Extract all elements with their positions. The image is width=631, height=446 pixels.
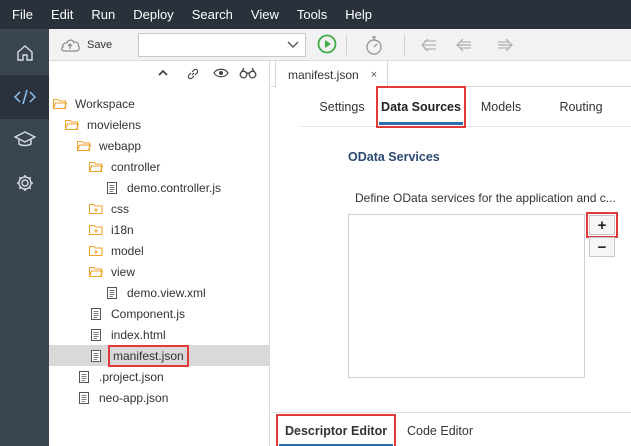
- run-configuration-select[interactable]: [138, 33, 306, 57]
- search-binoculars-icon[interactable]: [239, 67, 257, 82]
- menu-view[interactable]: View: [242, 0, 288, 29]
- remove-service-button[interactable]: −: [589, 237, 615, 257]
- toolbar: Save: [49, 29, 631, 61]
- learning-icon[interactable]: [0, 117, 49, 161]
- settings-icon[interactable]: [0, 161, 49, 205]
- tree-file-item[interactable]: demo.view.xml: [49, 282, 270, 303]
- descriptor-tabs: Settings Data Sources Models Routing: [301, 86, 631, 128]
- tab-routing[interactable]: Routing: [556, 87, 606, 127]
- editor-area: manifest.json × Settings Data Sources Mo…: [271, 61, 631, 446]
- menu-bar: File Edit Run Deploy Search View Tools H…: [0, 0, 631, 29]
- tab-data-sources[interactable]: Data Sources: [376, 86, 466, 128]
- tree-item-label: view: [111, 264, 136, 279]
- stopwatch-icon[interactable]: [364, 34, 384, 59]
- editor-mode-tabs: Descriptor Editor Code Editor: [271, 412, 631, 446]
- cloud-save-icon: [61, 39, 80, 52]
- tree-folder-item[interactable]: movielens: [49, 114, 270, 135]
- save-button[interactable]: Save: [59, 35, 112, 55]
- tab-code-editor[interactable]: Code Editor: [401, 417, 479, 445]
- odata-services-list[interactable]: [348, 214, 585, 378]
- tree-item-label: Component.js: [111, 306, 186, 321]
- editor-tab-bar: manifest.json ×: [271, 61, 631, 88]
- tab-descriptor-editor[interactable]: Descriptor Editor: [275, 414, 397, 446]
- tree-item-label: .project.json: [99, 369, 164, 384]
- add-service-button[interactable]: +: [586, 212, 618, 238]
- folder-open-icon: [53, 98, 67, 109]
- file-icon: [79, 370, 89, 383]
- explorer-toolbar: [49, 61, 270, 87]
- previous-error-icon[interactable]: [419, 37, 439, 56]
- show-hidden-files-icon[interactable]: [213, 67, 229, 82]
- file-icon: [107, 286, 117, 299]
- folder-open-icon: [89, 161, 103, 172]
- workspace-explorer: Workspace movielens webapp controller demo.c…: [49, 61, 270, 446]
- tree-item-label: css: [111, 201, 129, 216]
- toolbar-divider: [404, 35, 405, 55]
- tree-item-label: movielens: [87, 117, 142, 132]
- menu-help[interactable]: Help: [336, 0, 381, 29]
- menu-file[interactable]: File: [0, 0, 42, 29]
- tree-item-label: demo.controller.js: [127, 180, 222, 195]
- tree-item-label: manifest.json: [108, 344, 189, 367]
- tree-item-label: index.html: [111, 327, 166, 342]
- tree-folder-item[interactable]: css: [49, 198, 270, 219]
- folder-open-icon: [65, 119, 79, 130]
- tree-file-item[interactable]: Component.js: [49, 303, 270, 324]
- tab-manifest-json[interactable]: manifest.json ×: [275, 61, 389, 88]
- folder-icon: [89, 203, 103, 214]
- menu-search[interactable]: Search: [183, 0, 242, 29]
- menu-tools[interactable]: Tools: [288, 0, 336, 29]
- tree-folder-item[interactable]: webapp: [49, 135, 270, 156]
- forward-arrow-icon[interactable]: [495, 37, 515, 56]
- tree-folder-item[interactable]: model: [49, 240, 270, 261]
- tree-item-label: controller: [111, 159, 161, 174]
- folder-open-icon: [77, 140, 91, 151]
- tree-file-item[interactable]: demo.controller.js: [49, 177, 270, 198]
- tree-item-label: neo-app.json: [99, 390, 169, 405]
- section-description: Define OData services for the applicatio…: [355, 191, 616, 205]
- section-title: OData Services: [348, 150, 440, 164]
- tab-models[interactable]: Models: [477, 87, 525, 127]
- tree-folder-item[interactable]: view: [49, 261, 270, 282]
- code-icon[interactable]: [0, 75, 49, 119]
- tree-item-label: demo.view.xml: [127, 285, 206, 300]
- menu-deploy[interactable]: Deploy: [124, 0, 182, 29]
- file-icon: [107, 181, 117, 194]
- back-arrow-icon[interactable]: [454, 37, 474, 56]
- run-icon[interactable]: [317, 34, 337, 57]
- collapse-all-icon[interactable]: [157, 67, 169, 82]
- menu-run[interactable]: Run: [82, 0, 124, 29]
- tree-folder-item[interactable]: i18n: [49, 219, 270, 240]
- tab-label: manifest.json: [288, 67, 359, 82]
- file-icon: [91, 307, 101, 320]
- chevron-down-icon: [287, 41, 299, 48]
- tree-file-item[interactable]: manifest.json: [49, 344, 270, 367]
- tree-folder-item[interactable]: controller: [49, 156, 270, 177]
- link-editor-icon[interactable]: [186, 67, 200, 84]
- tab-settings[interactable]: Settings: [317, 87, 367, 127]
- save-label: Save: [87, 39, 113, 51]
- toolbar-divider: [346, 35, 347, 55]
- tree-item-label: i18n: [111, 222, 134, 237]
- close-icon[interactable]: ×: [371, 69, 377, 81]
- file-icon: [91, 349, 101, 362]
- tree-file-item[interactable]: neo-app.json: [49, 387, 270, 408]
- tree-folder-item[interactable]: Workspace: [49, 93, 270, 114]
- tree-file-item[interactable]: index.html: [49, 324, 270, 345]
- left-rail: [0, 29, 49, 446]
- folder-open-icon: [89, 266, 103, 277]
- tree-item-label: webapp: [99, 138, 142, 153]
- file-icon: [79, 391, 89, 404]
- folder-icon: [89, 224, 103, 235]
- menu-edit[interactable]: Edit: [42, 0, 82, 29]
- folder-icon: [89, 245, 103, 256]
- tree-item-label: model: [111, 243, 144, 258]
- tree-item-label: Workspace: [75, 96, 135, 111]
- tree-file-item[interactable]: .project.json: [49, 366, 270, 387]
- file-icon: [91, 328, 101, 341]
- home-icon[interactable]: [0, 31, 49, 75]
